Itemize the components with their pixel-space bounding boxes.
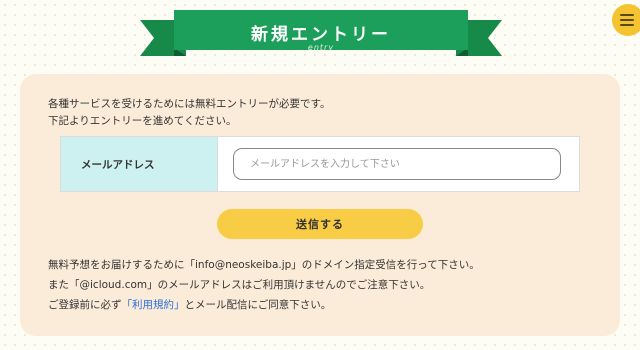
terms-link[interactable]: 「利用規約」 [122, 299, 185, 311]
page-title: 新規エントリー [251, 25, 391, 45]
email-input[interactable] [233, 148, 561, 180]
notes-line-3-prefix: ご登録前に必ず [48, 299, 122, 311]
intro-line-1: 各種サービスを受けるためには無料エントリーが必要です。 [48, 98, 331, 110]
notes-line-3: ご登録前に必ず「利用規約」とメール配信にご同意下さい。 [48, 295, 480, 315]
hamburger-icon[interactable] [612, 4, 640, 36]
notes-text: 無料予想をお届けするために「info@neoskeiba.jp」のドメイン指定受… [48, 255, 480, 315]
email-label: メールアドレス [81, 159, 155, 171]
intro-text: 各種サービスを受けるためには無料エントリーが必要です。 下記よりエントリーを進め… [48, 96, 330, 130]
notes-line-2: また「@icloud.com」のメールアドレスはご利用頂けませんのでご注意下さい… [48, 279, 431, 291]
intro-line-2: 下記よりエントリーを進めてください。 [48, 115, 237, 127]
entry-header-ribbon: 新規エントリー entry [140, 8, 502, 60]
email-form-row: メールアドレス [60, 136, 580, 192]
entry-card: 各種サービスを受けるためには無料エントリーが必要です。 下記よりエントリーを進め… [20, 74, 620, 336]
email-label-cell: メールアドレス [61, 137, 218, 191]
notes-line-3-suffix: とメール配信にご同意下さい。 [184, 299, 332, 311]
notes-line-1: 無料予想をお届けするために「info@neoskeiba.jp」のドメイン指定受… [48, 259, 480, 271]
page-subtitle: entry [307, 43, 335, 52]
submit-button[interactable]: 送信する [217, 209, 423, 239]
